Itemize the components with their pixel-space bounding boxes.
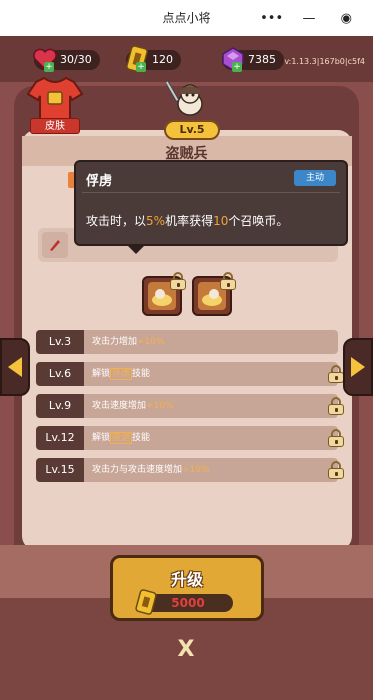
- version-label: v:1.13.3|167b0|c5f4: [284, 57, 365, 66]
- skill-type-badge: 主动: [294, 170, 336, 186]
- gem-icon: +: [218, 44, 248, 74]
- tooltip-description: 攻击时，以5%机率获得10个召唤币。: [86, 214, 289, 228]
- close-button[interactable]: X: [176, 638, 196, 662]
- upgrade-description: 攻击力增加+10%: [92, 337, 165, 347]
- tooltip-tail: [128, 246, 144, 254]
- upgrade-label: 升级: [170, 570, 203, 589]
- upgrade-description: 攻击力与攻击速度增加+10%: [92, 465, 210, 475]
- upgrade-row: Lv.15 攻击力与攻击速度增加+10%: [36, 458, 344, 482]
- hearts-value: 30/30: [60, 53, 92, 66]
- lock-icon: [328, 365, 344, 383]
- shirt-icon: [26, 76, 84, 121]
- plus-icon: +: [232, 62, 242, 72]
- skill-retreat-slot[interactable]: [192, 272, 236, 316]
- lock-icon: [328, 397, 344, 415]
- character-avatar: [164, 76, 210, 120]
- skin-label: 皮肤: [30, 118, 80, 134]
- next-character-button[interactable]: [343, 338, 373, 396]
- lock-icon: [328, 429, 344, 447]
- lock-icon: [220, 272, 236, 290]
- gems-counter[interactable]: + 7385: [222, 47, 284, 72]
- ticket-icon: [135, 588, 157, 616]
- upgrade-level: Lv.6: [36, 362, 84, 386]
- tooltip-title: 俘虏: [86, 174, 113, 189]
- upgrade-level: Lv.3: [36, 330, 84, 354]
- tickets-value: 120: [152, 53, 173, 66]
- upgrade-row: Lv.3 攻击力增加+10%: [36, 330, 338, 354]
- capsule-menu: ••• — ◉: [253, 5, 365, 31]
- arrow-right-icon: [351, 357, 365, 377]
- target-close-icon[interactable]: ◉: [333, 8, 359, 28]
- level-badge: Lv.5: [164, 120, 220, 140]
- upgrade-row: Lv.6 解锁 俘虏 技能: [36, 362, 344, 386]
- upgrade-row: Lv.12 解锁 撤退 技能: [36, 426, 344, 450]
- hearts-counter[interactable]: + 30/30: [33, 48, 100, 72]
- upgrade-description: 攻击速度增加+10%: [92, 401, 174, 411]
- upgrade-level: Lv.15: [36, 458, 84, 482]
- tooltip-divider: [82, 192, 340, 193]
- more-dots-icon[interactable]: •••: [259, 8, 285, 28]
- arrow-left-icon: [8, 357, 22, 377]
- upgrade-description: 解锁 俘虏 技能: [92, 368, 151, 380]
- skill-capture-slot[interactable]: [142, 272, 186, 316]
- mini-program-bar: 点点小将 ••• — ◉: [0, 0, 373, 36]
- upgrade-level: Lv.12: [36, 426, 84, 450]
- skill-tooltip: 俘虏 主动 攻击时，以5%机率获得10个召唤币。: [74, 160, 348, 246]
- prev-character-button[interactable]: [0, 338, 30, 396]
- attack-icon: [42, 232, 68, 258]
- upgrade-level: Lv.9: [36, 394, 84, 418]
- tickets-counter[interactable]: + 120: [126, 45, 181, 73]
- plus-icon: +: [136, 62, 146, 72]
- lock-icon: [328, 461, 344, 479]
- upgrade-row: Lv.9 攻击速度增加+10%: [36, 394, 344, 418]
- heart-icon: +: [30, 44, 60, 74]
- lock-icon: [170, 272, 186, 290]
- gems-value: 7385: [248, 53, 276, 66]
- plus-icon: +: [44, 62, 54, 72]
- minimize-icon[interactable]: —: [296, 8, 322, 28]
- upgrade-description: 解锁 撤退 技能: [92, 432, 151, 444]
- upgrade-button[interactable]: 升级 5000: [110, 555, 264, 621]
- ticket-icon: +: [122, 44, 152, 74]
- skin-button[interactable]: 皮肤: [26, 74, 84, 134]
